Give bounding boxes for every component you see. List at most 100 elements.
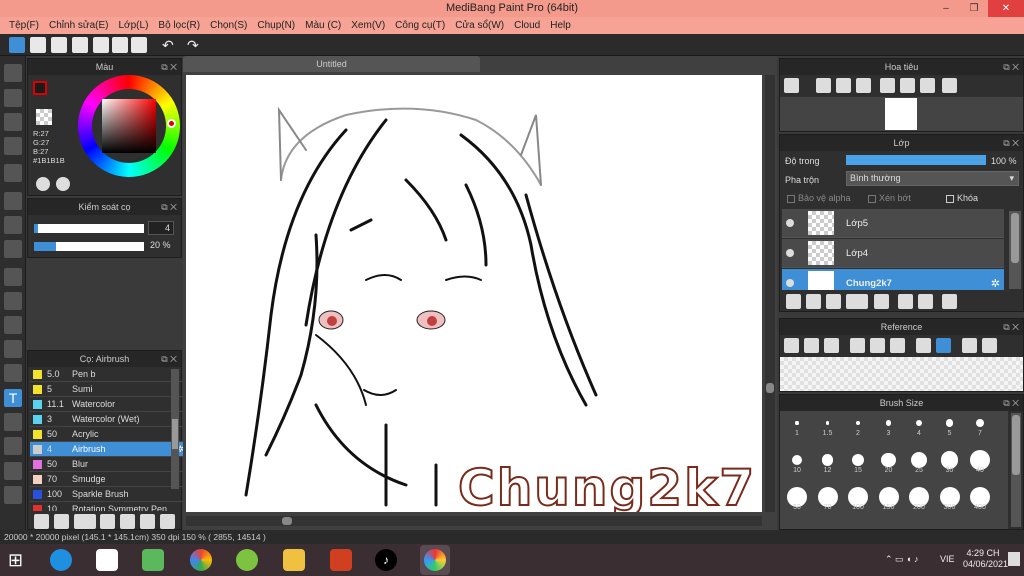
brush-size-option[interactable]: 50 — [782, 487, 812, 513]
brush-item[interactable]: 5.0 Pen b — [30, 367, 183, 382]
layer-row-selected[interactable]: Chung2k7 ✲ — [782, 269, 1004, 290]
rotate-left-icon[interactable] — [880, 78, 895, 93]
menu-layer[interactable]: Lớp(L) — [114, 17, 154, 34]
protect-alpha-checkbox[interactable]: Bảo vệ alpha — [787, 193, 851, 203]
flip-icon[interactable] — [942, 78, 957, 93]
brush-item[interactable]: 50 Blur — [30, 457, 183, 472]
hand-ref-icon[interactable] — [936, 338, 951, 353]
panel-close-icon[interactable]: ⧉ ✕ — [1003, 319, 1019, 335]
canvas-vertical-scrollbar[interactable] — [765, 75, 775, 512]
tiktok-icon[interactable]: ♪ — [375, 549, 397, 571]
brush-item[interactable]: 50 Acrylic — [30, 427, 183, 442]
visibility-icon[interactable] — [786, 279, 794, 287]
select-pen-icon[interactable] — [4, 340, 22, 358]
internet-explorer-icon[interactable] — [50, 549, 72, 571]
brush-item[interactable]: 5 Sumi — [30, 382, 183, 397]
blend-mode-select[interactable]: Bình thường ▾ — [846, 171, 1019, 186]
brush-size-option[interactable]: 400 — [965, 487, 995, 513]
visibility-icon[interactable] — [786, 219, 794, 227]
brush-size-slider[interactable] — [34, 224, 144, 233]
brush-size-option[interactable]: 15 — [843, 450, 873, 476]
document-tab[interactable]: Untitled — [183, 56, 480, 72]
eyedropper-icon[interactable] — [4, 462, 22, 480]
brush-size-option[interactable]: 300 — [935, 487, 965, 513]
brush-item[interactable]: 70 Smudge — [30, 472, 183, 487]
maximize-button[interactable]: ❐ — [960, 0, 988, 17]
brush-settings-icon[interactable] — [100, 514, 115, 529]
menu-help[interactable]: Help — [545, 17, 576, 34]
menu-file[interactable]: Tệp(F) — [4, 17, 44, 34]
lasso-icon[interactable] — [4, 292, 22, 310]
brush-size-option[interactable]: 1 — [782, 413, 812, 439]
pen-tool-icon[interactable] — [4, 137, 22, 155]
operation-tool-icon[interactable] — [4, 413, 22, 431]
brush-folder-icon[interactable] — [120, 514, 135, 529]
list-icon[interactable] — [112, 37, 128, 53]
brush-menu-icon[interactable] — [74, 514, 96, 529]
zoom-out-icon[interactable] — [890, 338, 905, 353]
brush-new-icon[interactable] — [54, 514, 69, 529]
brush-size-option[interactable]: 3 — [874, 413, 904, 439]
menu-color[interactable]: Màu (C) — [300, 17, 346, 34]
magic-wand-icon[interactable] — [4, 316, 22, 334]
powerpoint-icon[interactable] — [330, 549, 352, 571]
duplicate-layer-icon[interactable] — [898, 294, 913, 309]
comment-icon[interactable] — [72, 37, 88, 53]
brush-add-icon[interactable] — [34, 514, 49, 529]
palette-icon[interactable] — [36, 177, 50, 191]
delete-layer-icon[interactable] — [942, 294, 957, 309]
brush-size-option[interactable]: 10 — [782, 450, 812, 476]
zoom-in-icon[interactable] — [850, 338, 865, 353]
open-ref-icon[interactable] — [804, 338, 819, 353]
gradient-tool-icon[interactable] — [4, 240, 22, 258]
fit-icon[interactable] — [870, 338, 885, 353]
panel-close-icon[interactable]: ⧉ ✕ — [161, 59, 177, 75]
layer-opacity-slider[interactable] — [846, 155, 986, 165]
brush-size-option[interactable]: 25 — [904, 450, 934, 476]
drawing-canvas[interactable]: Chung2k7 — [186, 75, 762, 512]
merge-layer-icon[interactable] — [918, 294, 933, 309]
brush-size-option[interactable]: 150 — [874, 487, 904, 513]
zoom-out-icon[interactable] — [816, 78, 831, 93]
zoom-reset-icon[interactable] — [856, 78, 871, 93]
new-halftone-layer-icon[interactable] — [806, 294, 821, 309]
saturation-square[interactable] — [102, 99, 156, 153]
eraser-tool-icon[interactable] — [4, 89, 22, 107]
language-indicator[interactable]: VIE — [940, 554, 955, 564]
menu-tools[interactable]: Công cụ(T) — [390, 17, 450, 34]
panel-close-icon[interactable]: ⧉ ✕ — [161, 351, 177, 367]
coccoc-icon[interactable] — [236, 549, 258, 571]
brush-copy-icon[interactable] — [140, 514, 155, 529]
close-ref-icon[interactable] — [824, 338, 839, 353]
brush-size-option[interactable]: 70 — [813, 487, 843, 513]
menu-edit[interactable]: Chỉnh sửa(E) — [44, 17, 114, 34]
layer-row[interactable]: Lớp4 — [782, 239, 1004, 268]
layer-row[interactable]: Lớp5 — [782, 209, 1004, 238]
minimize-button[interactable]: – — [932, 0, 960, 17]
hue-handle[interactable] — [167, 119, 176, 128]
fit-icon[interactable] — [836, 78, 851, 93]
dropper-icon[interactable] — [4, 437, 22, 455]
hand-tool-icon[interactable] — [4, 486, 22, 504]
windows-start-icon[interactable]: ⊞ — [8, 549, 30, 571]
brush-size-option[interactable]: 4 — [904, 413, 934, 439]
undo-icon[interactable]: ↶ — [162, 37, 178, 53]
primary-color-swatch[interactable] — [33, 81, 47, 95]
reset-ref-icon[interactable] — [982, 338, 997, 353]
menu-view[interactable]: Xem(V) — [346, 17, 390, 34]
brush-item[interactable]: 100 Sparkle Brush — [30, 487, 183, 502]
medibang-taskbar-button[interactable] — [420, 545, 450, 575]
grid-icon[interactable] — [131, 37, 147, 53]
game-icon[interactable] — [96, 549, 118, 571]
tray-icons[interactable]: ⌃ ▭ ◖ ♪ — [885, 554, 918, 565]
brush-opacity-slider[interactable] — [34, 242, 144, 251]
visibility-icon[interactable] — [786, 249, 794, 257]
reset-rotation-icon[interactable] — [900, 78, 915, 93]
brush-size-scrollbar[interactable] — [1011, 413, 1021, 527]
menu-window[interactable]: Cửa sổ(W) — [450, 17, 509, 34]
brush-item[interactable]: 10 Rotation Symmetry Pen — [30, 502, 183, 511]
brush-size-option[interactable]: 5 — [935, 413, 965, 439]
brush-size-option[interactable]: 200 — [904, 487, 934, 513]
brush-size-option[interactable]: 7 — [965, 413, 995, 439]
select-rect-icon[interactable] — [4, 268, 22, 286]
